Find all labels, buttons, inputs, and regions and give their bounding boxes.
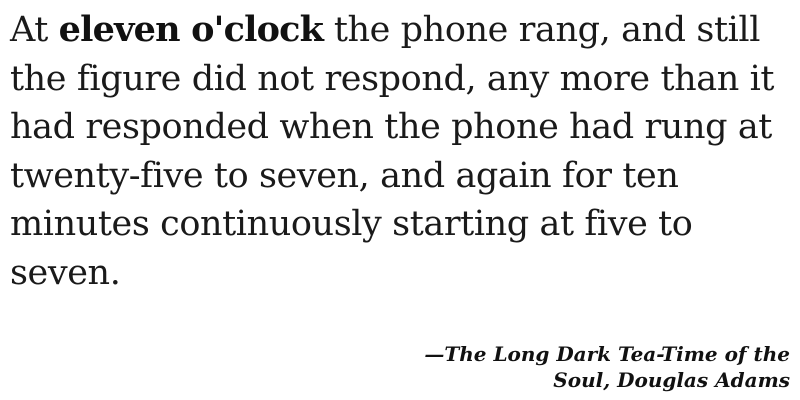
quote-rest: the phone rang, and still the figure did… [10,10,775,293]
quote-lead: At [10,10,59,50]
quote-text: At eleven o'clock the phone rang, and st… [10,6,785,297]
quote-attribution: —The Long Dark Tea-Time of the Soul, Dou… [424,342,790,392]
quote-emphasis: eleven o'clock [58,9,324,50]
quote-block: At eleven o'clock the phone rang, and st… [10,6,785,297]
